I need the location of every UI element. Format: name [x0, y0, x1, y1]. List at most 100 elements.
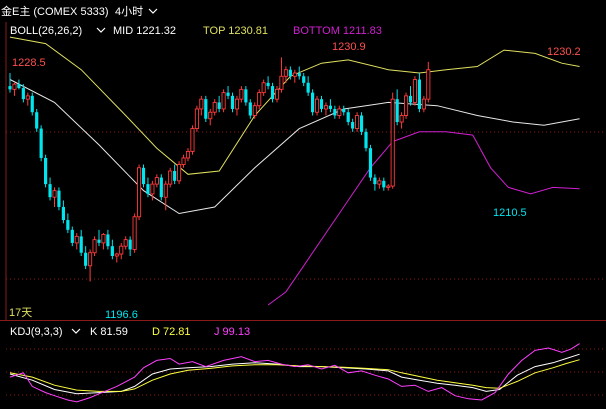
candle-7 [39, 125, 43, 162]
candle-89 [404, 92, 409, 119]
candle-body [390, 98, 395, 187]
candle-body [181, 157, 186, 165]
candle-body [408, 95, 413, 103]
candle-body [364, 131, 368, 149]
candle-body [177, 164, 182, 182]
candle-body [163, 183, 168, 198]
candle-body [328, 105, 332, 109]
candle-body [136, 167, 142, 218]
candle-38 [177, 161, 182, 185]
low-right-annotation: 1210.5 [493, 207, 527, 219]
candle-body [421, 98, 426, 110]
candle-body [74, 235, 79, 244]
candle-body [412, 79, 418, 103]
candle-body [208, 111, 213, 120]
candle-body [270, 86, 275, 100]
candle-body [79, 236, 83, 253]
candle-11 [57, 187, 61, 211]
candle-body [92, 239, 97, 254]
candle-body [132, 216, 137, 250]
candle-body [173, 171, 177, 181]
candle-body [123, 239, 128, 247]
candle-body [21, 88, 25, 100]
candle-body [266, 82, 270, 87]
boll-bottom-value: BOTTOM 1211.83 [293, 25, 382, 37]
chart-background [0, 0, 606, 409]
candle-81 [368, 144, 373, 181]
kdj-k-value: K 81.59 [90, 326, 128, 338]
candle-body [368, 148, 373, 178]
candle-body [35, 112, 39, 129]
candle-body [84, 252, 88, 266]
candle-69 [315, 95, 320, 116]
candle-body [342, 108, 346, 113]
candle-body [244, 89, 248, 103]
candle-78 [355, 112, 360, 132]
kdj-d-value: D 72.81 [152, 326, 191, 338]
candle-body [257, 92, 262, 107]
candle-body [30, 95, 34, 113]
boll-mid-value: MID 1221.32 [113, 25, 176, 37]
candle-body [315, 98, 320, 113]
candle-36 [168, 167, 173, 188]
candle-body [128, 239, 132, 250]
candle-body [44, 157, 48, 185]
candle-42 [194, 105, 199, 132]
candle-body [141, 167, 146, 185]
candle-body [311, 92, 315, 113]
candle-body [248, 102, 252, 116]
candle-body [154, 177, 159, 185]
candle-body [359, 115, 364, 132]
candle-body [377, 180, 382, 185]
candle-5 [30, 92, 34, 116]
candle-body [25, 95, 30, 100]
candle-body [168, 170, 173, 185]
candle-34 [159, 174, 163, 201]
candle-91 [412, 76, 418, 106]
candle-body [283, 69, 288, 77]
header-row: 金E主 (COMEX 5333) 4小时 [1, 4, 158, 18]
candle-29 [136, 164, 142, 221]
candle-86 [390, 92, 395, 189]
candle-body [333, 108, 337, 116]
candle-body [292, 72, 297, 77]
candle-body [101, 233, 106, 244]
candle-body [39, 128, 43, 158]
candle-body [70, 229, 74, 243]
candle-56 [257, 89, 262, 109]
candle-body [404, 95, 409, 116]
instrument-title[interactable]: 金E主 (COMEX 5333) [1, 4, 109, 18]
candle-body [346, 112, 350, 123]
candle-body [57, 190, 61, 207]
period-selector[interactable]: 4小时 [115, 5, 143, 18]
chart-canvas: 金E主 (COMEX 5333) 4小时 BOLL(26,26,2) MID 1… [0, 0, 606, 409]
candle-body [114, 253, 119, 257]
candle-body [66, 220, 70, 230]
candle-body [323, 105, 329, 110]
candle-body [194, 108, 199, 130]
candle-body [355, 115, 360, 130]
boll-label[interactable]: BOLL(26,26,2) [10, 25, 82, 37]
candle-8 [44, 154, 48, 188]
candle-body [190, 128, 195, 152]
candle-body [226, 92, 230, 96]
candle-79 [359, 112, 364, 136]
high-mid-annotation: 1230.9 [332, 41, 366, 53]
candle-body [48, 184, 52, 198]
candle-body [252, 105, 257, 116]
candle-body [221, 92, 226, 110]
candle-body [212, 101, 217, 113]
candle-body [426, 69, 431, 100]
high-left-annotation: 1228.5 [12, 57, 46, 69]
candle-body [230, 95, 235, 109]
boll-top-value: TOP 1230.81 [203, 25, 268, 37]
candle-body [150, 183, 155, 195]
candle-body [297, 73, 301, 77]
candle-48 [221, 89, 226, 113]
candle-body [373, 177, 377, 185]
candle-body [159, 177, 163, 198]
candle-body [185, 150, 191, 159]
day-count-label: 17天 [9, 307, 32, 319]
kdj-label[interactable]: KDJ(9,3,3) [10, 326, 63, 338]
candle-body [97, 239, 101, 243]
